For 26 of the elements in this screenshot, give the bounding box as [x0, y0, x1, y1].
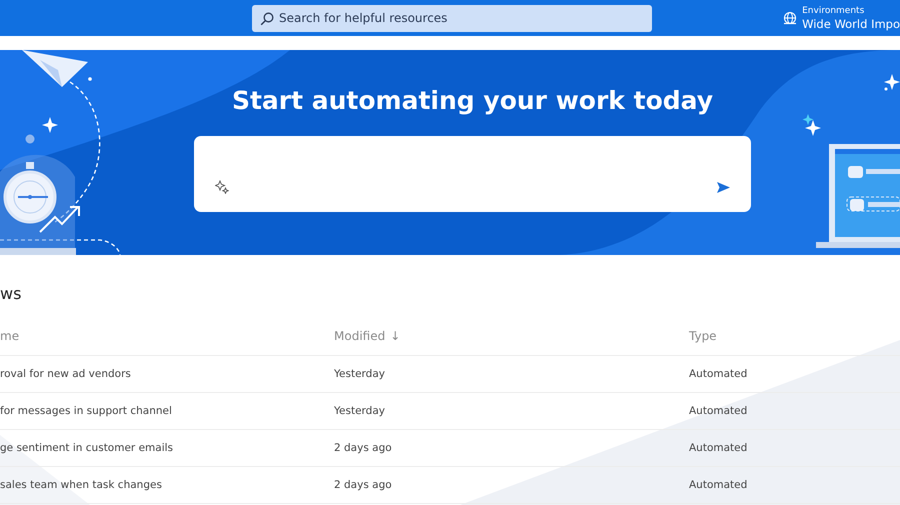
prompt-field[interactable] [194, 136, 751, 212]
sparkle-icon [215, 180, 229, 194]
flow-type: Automated [689, 368, 748, 380]
sort-arrow-icon[interactable]: ↓ [390, 329, 400, 343]
banner-title: Start automating your work today [230, 85, 714, 117]
flow-name[interactable]: roval for new ad vendors [0, 368, 334, 380]
flow-name[interactable]: for messages in support channel [0, 405, 334, 417]
environment-name[interactable]: Wide World Impo [802, 16, 900, 30]
modified-date: 2 days ago [334, 479, 393, 491]
column-header[interactable]: Modified [334, 329, 386, 343]
modified-date: Yesterday [334, 368, 386, 380]
environment-label: Environments [802, 6, 866, 16]
globe-icon[interactable] [783, 11, 798, 25]
search-field[interactable]: Search for helpful resources [252, 4, 652, 32]
section-heading: ws [0, 283, 22, 305]
modified-date: 2 days ago [334, 442, 393, 454]
flow-type: Automated [689, 405, 748, 417]
flow-name[interactable]: ge sentiment in customer emails [0, 442, 334, 454]
send-icon[interactable] [716, 181, 731, 194]
flow-type: Automated [689, 442, 748, 454]
column-header[interactable]: me [0, 329, 20, 343]
flow-name[interactable]: sales team when task changes [0, 479, 334, 491]
search-icon [260, 12, 274, 26]
flow-type: Automated [689, 479, 748, 491]
modified-date: Yesterday [334, 405, 386, 417]
column-header[interactable]: Type [689, 329, 717, 343]
